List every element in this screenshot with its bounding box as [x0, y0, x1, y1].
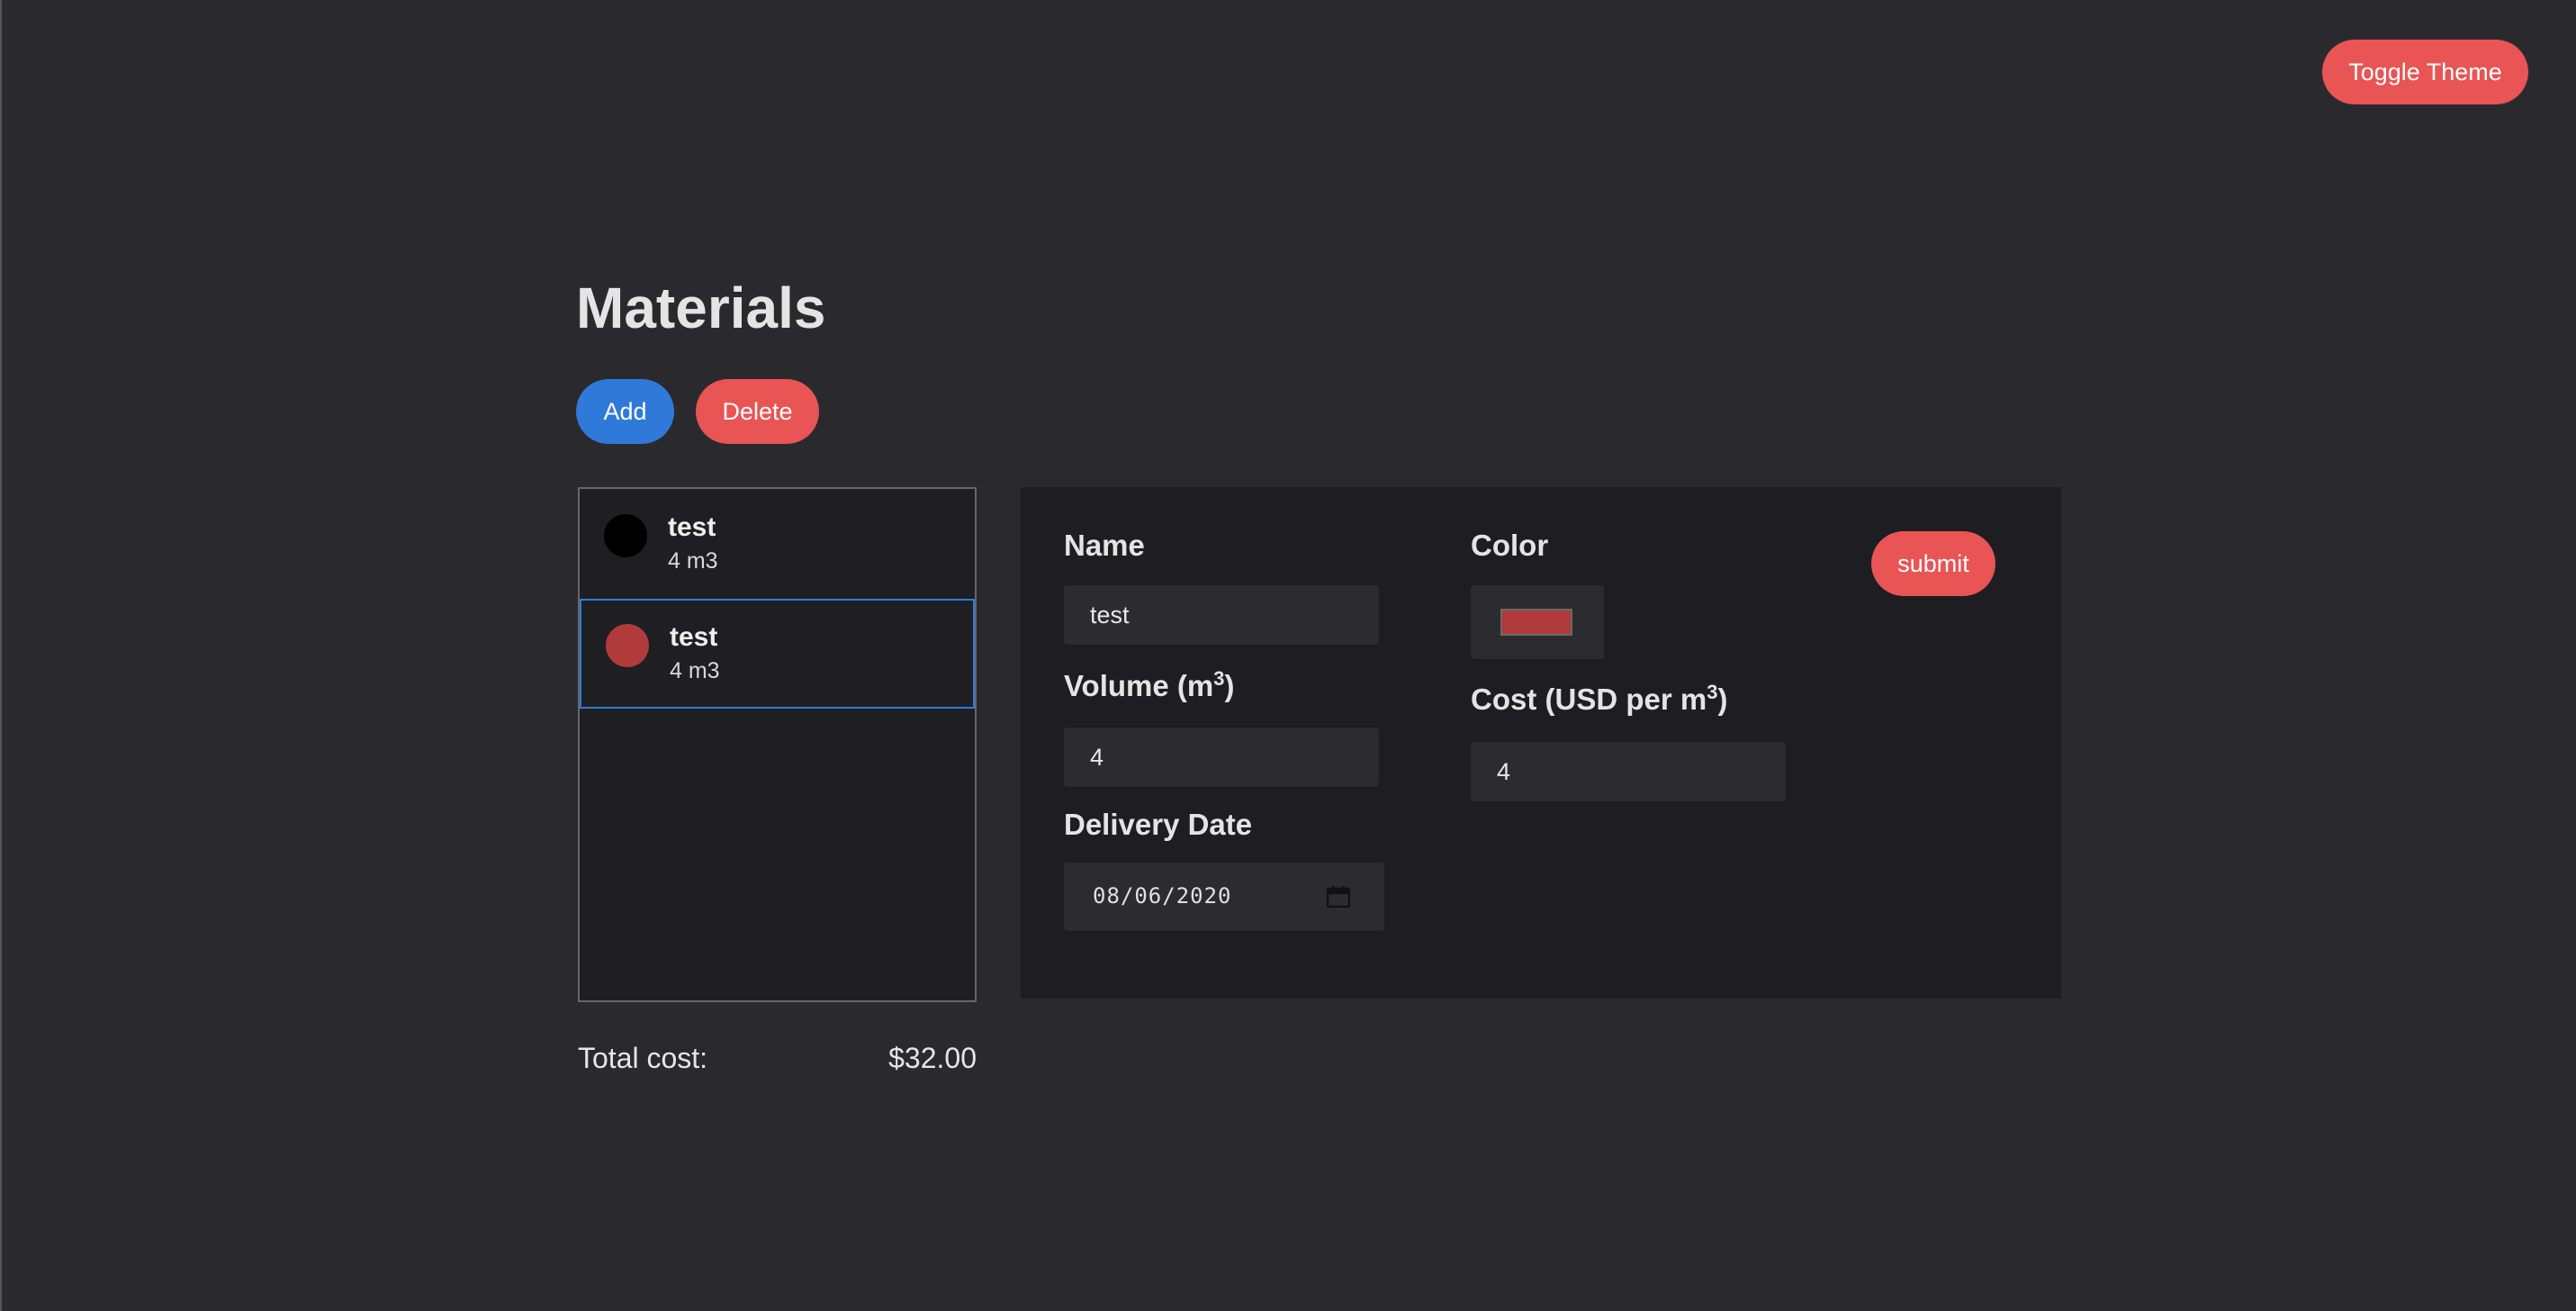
material-name: test [668, 512, 716, 542]
add-material-button[interactable]: Add [576, 379, 674, 444]
material-color-swatch [604, 514, 647, 557]
material-list-item-selected[interactable]: test 4 m3 [580, 599, 975, 709]
total-cost-label: Total cost: [578, 1042, 708, 1074]
delivery-date-label: Delivery Date [1064, 808, 1253, 841]
material-volume: 4 m3 [668, 548, 718, 574]
total-cost-value: $32.00 [888, 1042, 977, 1074]
name-input[interactable] [1064, 585, 1379, 645]
calendar-icon[interactable] [1327, 886, 1350, 908]
color-picker[interactable] [1471, 585, 1604, 659]
delivery-date-input[interactable]: 08/06/2020 [1064, 863, 1384, 931]
cost-label: Cost (USD per m3) [1471, 681, 1728, 716]
material-color-swatch [606, 624, 649, 667]
cost-input[interactable] [1471, 742, 1786, 801]
volume-input[interactable] [1064, 728, 1379, 787]
material-name: test [670, 622, 718, 652]
color-label: Color [1471, 529, 1549, 562]
delete-material-button[interactable]: Delete [696, 379, 819, 444]
submit-button[interactable]: submit [1871, 531, 1995, 596]
toggle-theme-button[interactable]: Toggle Theme [2322, 40, 2528, 104]
material-list-item[interactable]: test 4 m3 [580, 489, 975, 599]
name-label: Name [1064, 529, 1145, 562]
materials-list: test 4 m3 test 4 m3 [578, 487, 977, 1002]
volume-label: Volume (m3) [1064, 667, 1235, 702]
color-picker-swatch [1500, 609, 1572, 636]
material-volume: 4 m3 [670, 658, 720, 683]
page-title: Materials [576, 276, 826, 340]
delivery-date-value: 08/06/2020 [1093, 883, 1232, 909]
